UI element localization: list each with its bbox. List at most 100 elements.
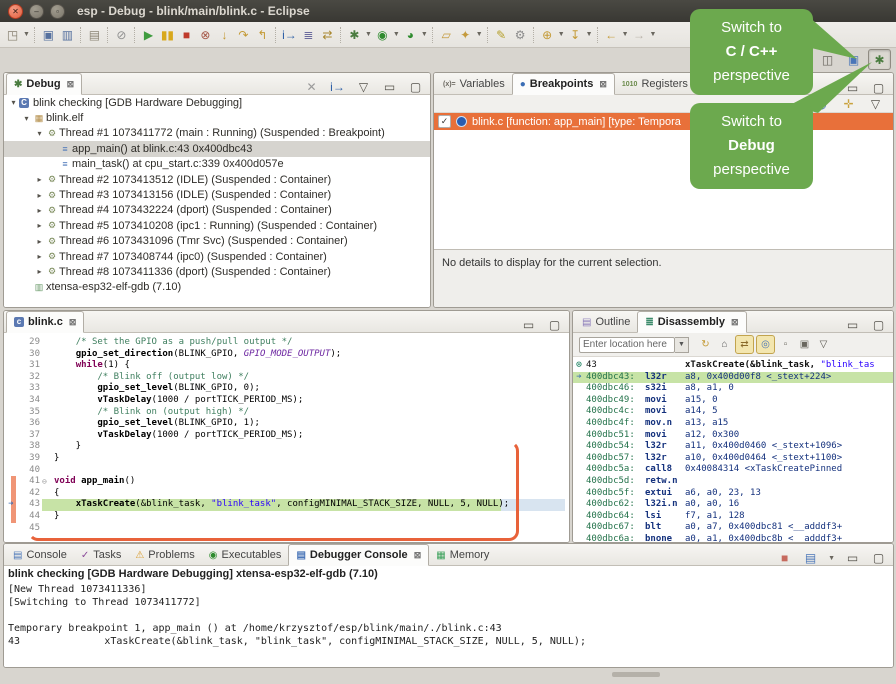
tab-memory[interactable]: ▦Memory	[429, 545, 496, 565]
tab-debugger-console[interactable]: ▤Debugger Console⊠	[288, 544, 429, 566]
console-output[interactable]: blink checking [GDB Hardware Debugging] …	[4, 566, 893, 667]
pin-editor-dropdown-icon[interactable]: ▼	[558, 31, 565, 38]
collapsed-arrow-icon[interactable]: ▸	[34, 206, 45, 215]
step-into-icon[interactable]: ↓	[215, 25, 234, 45]
last-edit-location-dropdown-icon[interactable]: ▼	[586, 31, 593, 38]
minimize-icon[interactable]: ▭	[380, 77, 399, 97]
terminate-console-icon[interactable]: ■	[775, 548, 794, 568]
debug-tree-item[interactable]: ▸⚙Thread #8 1073411336 (dport) (Suspende…	[4, 264, 430, 279]
collapsed-arrow-icon[interactable]: ▸	[34, 237, 45, 246]
expanded-arrow-icon[interactable]: ▾	[21, 114, 32, 123]
run-menu-icon[interactable]: ◉	[373, 25, 392, 45]
debug-tree-item[interactable]: ▾⚙Thread #1 1073411772 (main : Running) …	[4, 126, 430, 141]
debug-tree-item[interactable]: ≡main_task() at cpu_start.c:339 0x400d05…	[4, 157, 430, 172]
terminate-icon[interactable]: ■	[177, 25, 196, 45]
c-cpp-perspective-button[interactable]: ▣	[842, 49, 865, 70]
collapsed-arrow-icon[interactable]: ▸	[34, 252, 45, 261]
minimize-icon[interactable]: ▭	[843, 315, 862, 335]
back-icon[interactable]: ←	[602, 25, 621, 45]
debug-tree-item[interactable]: ▸⚙Thread #6 1073431096 (Tmr Svc) (Suspen…	[4, 234, 430, 249]
disassembly-listing[interactable]: ⊙43xTaskCreate(&blink_task, "blink_tas➔4…	[573, 357, 893, 542]
close-icon[interactable]: ⊠	[599, 79, 607, 90]
open-element-icon[interactable]: ✦	[456, 25, 475, 45]
build-configurations-icon[interactable]: ⚙	[511, 25, 530, 45]
debug-tree-item[interactable]: ≡app_main() at blink.c:43 0x400dbc43	[4, 141, 430, 156]
step-return-icon[interactable]: ↰	[253, 25, 272, 45]
forward-icon[interactable]: →	[630, 25, 649, 45]
pin-editor-icon[interactable]: ⊕	[538, 25, 557, 45]
debug-menu-dropdown-icon[interactable]: ▼	[365, 31, 372, 38]
tab-tasks[interactable]: ✓Tasks	[74, 545, 129, 565]
tab-debug[interactable]: ✱ Debug ⊠	[6, 73, 82, 95]
expanded-arrow-icon[interactable]: ▾	[8, 98, 19, 107]
maximize-icon[interactable]: ▢	[869, 78, 888, 98]
debug-tree-item[interactable]: ▸⚙Thread #4 1073432224 (dport) (Suspende…	[4, 203, 430, 218]
open-new-view-icon[interactable]: ▫	[777, 336, 794, 353]
instruction-stepping-icon[interactable]: i→	[280, 25, 299, 45]
collapsed-arrow-icon[interactable]: ▸	[34, 267, 45, 276]
pin-view-icon[interactable]: ▣	[796, 336, 813, 353]
open-perspective-button[interactable]: ◫	[816, 49, 839, 70]
window-maximize-button[interactable]: ▫	[50, 4, 65, 19]
code-area[interactable]: 29 /* Set the GPIO as a push/pull output…	[4, 333, 569, 542]
close-icon[interactable]: ⊠	[69, 317, 77, 328]
tab-blink-c[interactable]: c blink.c ⊠	[6, 311, 84, 333]
debug-tree-item[interactable]: ▸⚙Thread #3 1073413156 (IDLE) (Suspended…	[4, 187, 430, 202]
build-icon[interactable]: ▤	[85, 25, 104, 45]
external-tools-menu-dropdown-icon[interactable]: ▼	[421, 31, 428, 38]
breakpoint-checkbox[interactable]: ✓	[438, 115, 451, 128]
use-step-filters-icon[interactable]: ≣	[299, 25, 318, 45]
tab-registers[interactable]: 1010Registers	[615, 74, 695, 94]
view-menu-icon[interactable]: ▽	[354, 77, 373, 97]
mark-occurrences-icon[interactable]: ✎	[492, 25, 511, 45]
skip-all-breakpoints-icon[interactable]: ⊘	[112, 25, 131, 45]
debug-perspective-button[interactable]: ✱	[868, 49, 891, 70]
refresh-icon[interactable]: ↻	[697, 336, 714, 353]
back-dropdown-icon[interactable]: ▼	[622, 31, 629, 38]
save-icon[interactable]: ▣	[39, 25, 58, 45]
tab-variables[interactable]: (x)=Variables	[436, 74, 512, 94]
forward-dropdown-icon[interactable]: ▼	[650, 31, 657, 38]
window-close-button[interactable]: ✕	[8, 4, 23, 19]
open-element-dropdown-icon[interactable]: ▼	[476, 31, 483, 38]
maximize-icon[interactable]: ▢	[545, 315, 564, 335]
home-icon[interactable]: ⌂	[716, 336, 733, 353]
window-minimize-button[interactable]: –	[29, 4, 44, 19]
view-menu-icon[interactable]: ▽	[815, 336, 832, 353]
disconnect-icon[interactable]: ⊗	[196, 25, 215, 45]
maximize-icon[interactable]: ▢	[869, 315, 888, 335]
show-breakpoints-supported-icon[interactable]: ◉	[812, 94, 831, 114]
display-selected-console-icon[interactable]: ▤	[801, 548, 820, 568]
suspend-icon[interactable]: ▮▮	[158, 25, 177, 45]
new-wizard-icon[interactable]: ◳	[3, 25, 22, 45]
restart-icon[interactable]: ⇄	[318, 25, 337, 45]
debug-tree-item[interactable]: ▾Cblink checking [GDB Hardware Debugging…	[4, 95, 430, 110]
resize-grip[interactable]	[612, 672, 660, 677]
maximize-icon[interactable]: ▢	[406, 77, 425, 97]
close-icon[interactable]: ⊠	[731, 317, 739, 328]
collapsed-arrow-icon[interactable]: ▸	[34, 191, 45, 200]
sync-with-active-context-icon[interactable]: ⇄	[735, 335, 754, 354]
display-selected-console-dropdown-icon[interactable]: ▼	[828, 555, 835, 562]
close-icon[interactable]: ⊠	[67, 79, 75, 90]
tab-executables[interactable]: ◉Executables	[202, 545, 289, 565]
tab-breakpoints[interactable]: ●Breakpoints⊠	[512, 73, 615, 95]
location-input[interactable]: Enter location here	[579, 337, 675, 353]
instruction-stepping-toggle-icon[interactable]: i→	[328, 77, 347, 97]
minimize-icon[interactable]: ▭	[843, 78, 862, 98]
debug-menu-icon[interactable]: ✱	[345, 25, 364, 45]
minimize-icon[interactable]: ▭	[519, 315, 538, 335]
tab-problems[interactable]: ⚠Problems	[128, 545, 201, 565]
minimize-icon[interactable]: ▭	[843, 548, 862, 568]
debug-tree-item[interactable]: ▾▦blink.elf	[4, 110, 430, 125]
track-expression-icon[interactable]: ◎	[756, 335, 775, 354]
remove-all-terminated-icon[interactable]: ✕	[302, 77, 321, 97]
breakpoint-row[interactable]: ✓ blink.c [function: app_main] [type: Te…	[434, 113, 893, 130]
tab-outline[interactable]: ▤Outline	[575, 312, 637, 332]
tab-console[interactable]: ▤Console	[6, 545, 74, 565]
run-menu-dropdown-icon[interactable]: ▼	[393, 31, 400, 38]
save-all-icon[interactable]: ▥	[58, 25, 77, 45]
external-tools-menu-icon[interactable]: ◕	[401, 25, 420, 45]
debug-thread-tree[interactable]: ▾Cblink checking [GDB Hardware Debugging…	[4, 95, 430, 307]
collapsed-arrow-icon[interactable]: ▸	[34, 175, 45, 184]
